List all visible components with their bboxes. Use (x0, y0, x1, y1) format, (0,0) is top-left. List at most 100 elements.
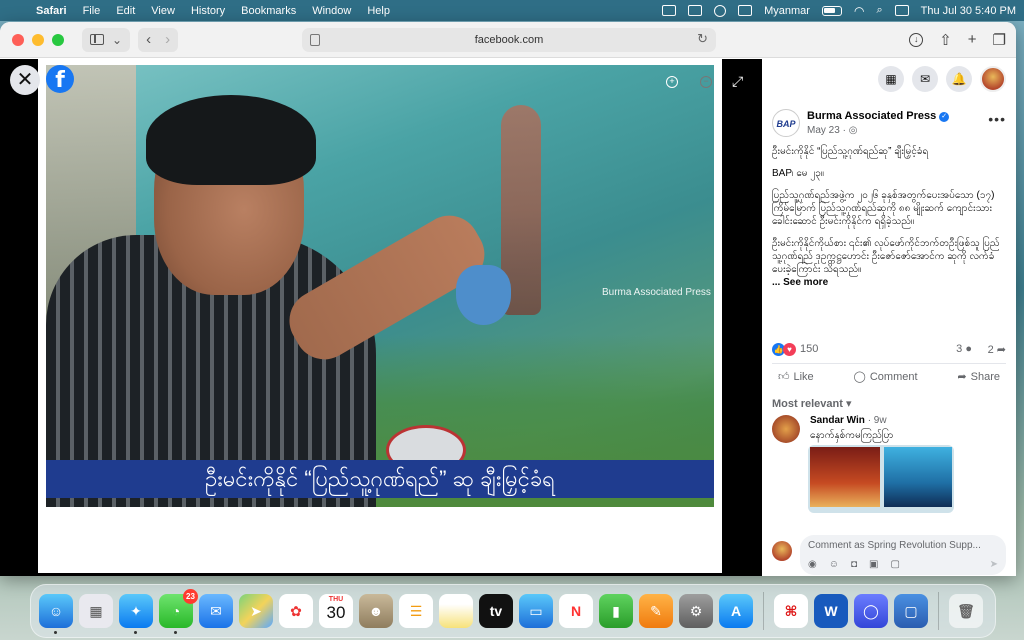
fullscreen-window-button[interactable] (52, 33, 64, 46)
downloads-icon[interactable]: ↓ (909, 32, 924, 47)
sticker-icon[interactable]: ▢ (890, 559, 899, 570)
avatar-sticker-icon[interactable]: ◉ (808, 559, 817, 570)
post-sidebar: ▦ ✉ 🔔 BAP Burma Associated Press ✓ May 23… (762, 59, 1016, 576)
facebook-photo-page: Burma Associated Press ဦးမင်းကိုနိုင် “ပ… (0, 59, 1016, 576)
menu-window[interactable]: Window (312, 5, 351, 17)
share-count[interactable]: 2 ➦ (988, 343, 1006, 356)
numbers-icon[interactable]: ▮ (599, 594, 633, 628)
news-icon[interactable]: N (559, 594, 593, 628)
page-avatar[interactable]: BAP (772, 109, 800, 137)
spotlight-search-icon[interactable]: ⌕ (876, 4, 882, 17)
signal-icon[interactable]: ◯ (854, 594, 888, 628)
calendar-icon[interactable]: THU 30 (319, 594, 353, 628)
menu-history[interactable]: History (191, 5, 225, 17)
comment-button[interactable]: ◯ Comment (854, 370, 918, 384)
comment-sort-dropdown[interactable]: Most relevant ▾ (772, 397, 852, 410)
emoji-icon[interactable]: ☺ (829, 559, 839, 570)
comment-composer: Comment as Spring Revolution Supp... ◉ ☺… (772, 535, 1006, 575)
keyboard-icon[interactable] (738, 5, 753, 16)
menu-bookmarks[interactable]: Bookmarks (241, 5, 296, 17)
post-photo[interactable]: Burma Associated Press ဦးမင်းကိုနိုင် “ပ… (46, 65, 714, 507)
comment-input[interactable]: Comment as Spring Revolution Supp... ◉ ☺… (800, 535, 1006, 575)
send-icon[interactable]: ➤ (990, 559, 998, 570)
finder-icon[interactable]: ☺ (39, 594, 73, 634)
sidebar-icon (90, 34, 104, 45)
forward-button[interactable]: › (165, 31, 170, 48)
launchpad-icon[interactable]: ▦ (79, 594, 113, 628)
messenger-icon[interactable]: ✉ (912, 66, 938, 92)
screen-mirror-icon[interactable] (688, 5, 703, 16)
share-arrow-icon: ➦ (996, 344, 1006, 356)
facebook-logo[interactable]: f (46, 65, 74, 93)
gif-icon[interactable]: ▣ (869, 559, 878, 570)
account-avatar[interactable] (980, 66, 1006, 92)
pages-icon[interactable]: ✎ (639, 594, 673, 628)
comment-image[interactable] (808, 445, 954, 513)
app-store-icon[interactable]: A (719, 594, 753, 628)
maps-icon[interactable]: ➤ (239, 594, 273, 628)
reminders-icon[interactable]: ☰ (399, 594, 433, 628)
status-app-icon[interactable] (662, 5, 677, 16)
apple-tv-icon[interactable]: tv (479, 594, 513, 628)
post-timestamp[interactable]: May 23 · ◎ (807, 125, 857, 136)
sidebar-toggle-button[interactable]: ⌄ (82, 27, 131, 52)
camera-icon[interactable]: ◘ (851, 559, 857, 570)
menu-help[interactable]: Help (367, 5, 390, 17)
wifi-icon[interactable]: ◠ (854, 4, 864, 18)
like-button[interactable]: 👍︎ Like (778, 370, 814, 384)
menu-edit[interactable]: Edit (116, 5, 135, 17)
love-reaction-icon[interactable]: ♥ (783, 343, 796, 356)
photo-frame: Burma Associated Press ဦးမင်းကိုနိုင် “ပ… (38, 59, 722, 573)
control-center-icon[interactable] (894, 5, 909, 16)
comment-count[interactable]: 3 ● (956, 343, 972, 355)
keynote-icon[interactable]: ▭ (519, 594, 553, 628)
page-name-link[interactable]: Burma Associated Press ✓ (807, 110, 950, 122)
clock[interactable]: Thu Jul 30 5:40 PM (921, 5, 1016, 17)
battery-icon[interactable] (821, 5, 842, 16)
share-count-text: 2 (987, 344, 994, 356)
menu-app-name[interactable]: Safari (36, 5, 67, 17)
photos-icon[interactable]: ✿ (279, 594, 313, 628)
notifications-bell-icon[interactable]: 🔔 (946, 66, 972, 92)
contacts-icon[interactable]: ☻ (359, 594, 393, 628)
menu-view[interactable]: View (151, 5, 175, 17)
share-icon[interactable]: ⇧ (939, 31, 952, 49)
menu-grid-icon[interactable]: ▦ (878, 66, 904, 92)
trash-icon[interactable]: 🗑 (949, 594, 983, 628)
close-viewer-button[interactable]: ✕ (10, 65, 40, 95)
user-icon[interactable] (714, 4, 727, 17)
vpn-app-icon[interactable]: ▢ (894, 594, 928, 628)
minimize-window-button[interactable] (32, 33, 44, 46)
share-label: Share (970, 370, 1000, 383)
zoom-out-icon[interactable]: − (696, 71, 716, 91)
messages-icon[interactable]: ◔ 23 (159, 589, 198, 634)
reload-icon[interactable]: ↻ (697, 31, 708, 47)
reaction-summary: 👍 ♥ 150 3 ● 2 ➦ (772, 343, 1006, 359)
back-button[interactable]: ‹ (146, 31, 151, 48)
new-tab-icon[interactable]: + (968, 31, 977, 48)
commenter-avatar[interactable] (772, 415, 800, 443)
see-more-link[interactable]: ... See more (772, 277, 828, 288)
post-options-button[interactable]: ••• (988, 111, 1006, 127)
comment-bubble-icon: ● (965, 343, 972, 355)
close-window-button[interactable] (12, 33, 24, 46)
reaction-count[interactable]: 150 (800, 343, 818, 355)
comment-placeholder: Comment as Spring Revolution Supp... (808, 540, 981, 551)
safari-icon[interactable]: ✦ (119, 594, 153, 634)
zoom-in-icon[interactable]: + (662, 71, 682, 91)
mail-icon[interactable]: ✉ (199, 594, 233, 628)
menu-file[interactable]: File (83, 5, 101, 17)
tab-overview-icon[interactable]: ❐ (993, 31, 1006, 49)
fullscreen-expand-icon[interactable]: ⤢ (732, 73, 743, 90)
dock: ☺ ▦ ✦ ◔ 23 ✉ ➤ ✿ THU 30 ☻ ☰ tv ▭ N ▮ ✎ ⚙ … (30, 584, 996, 638)
acrobat-icon[interactable]: ⌘ (774, 594, 808, 628)
commenter-name[interactable]: Sandar Win · 9w (810, 415, 887, 426)
notes-icon[interactable] (439, 594, 473, 628)
address-bar[interactable]: facebook.com ↻ (302, 28, 716, 52)
word-icon[interactable]: W (814, 594, 848, 628)
input-source-label[interactable]: Myanmar (764, 5, 810, 17)
share-button[interactable]: ➦ Share (957, 370, 1000, 384)
page-menu-icon[interactable] (310, 34, 320, 46)
system-settings-icon[interactable]: ⚙ (679, 594, 713, 628)
painter-hand (456, 265, 511, 325)
